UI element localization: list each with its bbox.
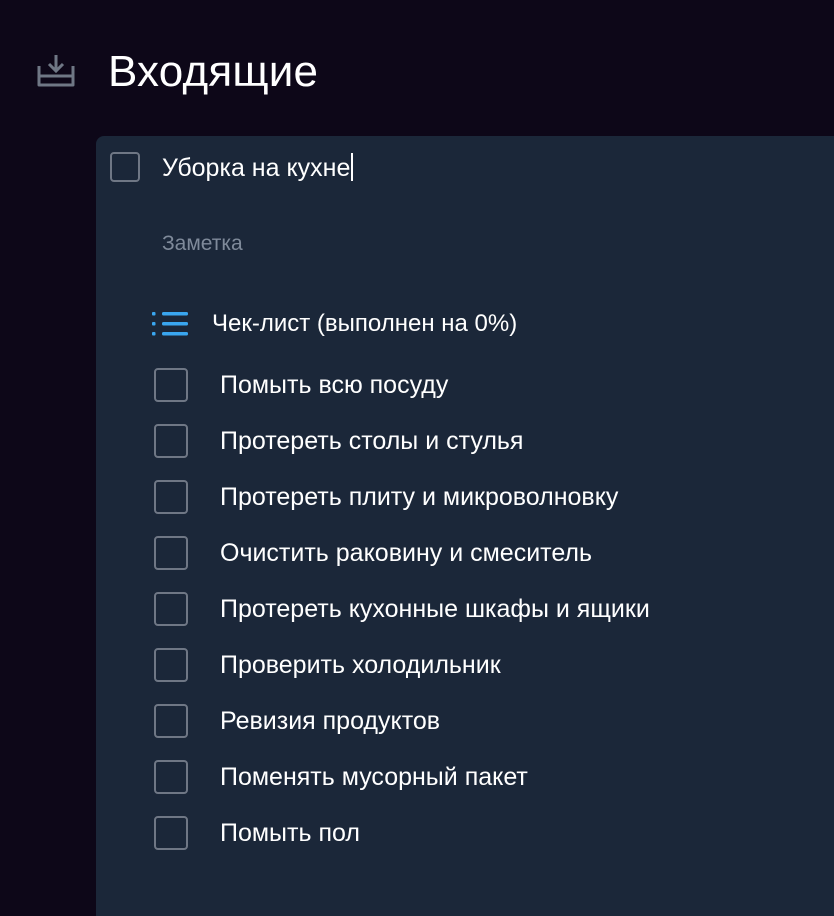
checklist-item-label[interactable]: Проверить холодильник xyxy=(220,648,501,682)
checklist-item: Протереть кухонные шкафы и ящики xyxy=(154,592,650,648)
checklist-item: Протереть столы и стулья xyxy=(154,424,650,480)
note-field[interactable]: Заметка xyxy=(162,230,243,258)
inbox-download-icon xyxy=(37,55,75,87)
list-icon xyxy=(152,312,188,336)
checklist-item: Проверить холодильник xyxy=(154,648,650,704)
checklist-item-label[interactable]: Протереть столы и стулья xyxy=(220,424,523,458)
checklist-item: Помыть пол xyxy=(154,816,650,872)
checklist-item: Ревизия продуктов xyxy=(154,704,650,760)
checklist-item-label[interactable]: Помыть всю посуду xyxy=(220,368,448,402)
checklist-item-label[interactable]: Протереть плиту и микроволновку xyxy=(220,480,618,514)
checklist-item-label[interactable]: Помыть пол xyxy=(220,816,360,850)
checklist-item-checkbox[interactable] xyxy=(154,368,188,402)
checklist-item: Очистить раковину и смеситель xyxy=(154,536,650,592)
checklist: Помыть всю посуду Протереть столы и стул… xyxy=(154,368,650,872)
checklist-header: Чек-лист (выполнен на 0%) xyxy=(152,308,517,340)
checklist-item-label[interactable]: Очистить раковину и смеситель xyxy=(220,536,592,570)
checklist-item-checkbox[interactable] xyxy=(154,480,188,514)
checklist-item-label[interactable]: Ревизия продуктов xyxy=(220,704,440,738)
task-title-input[interactable]: Уборка на кухне xyxy=(162,152,353,184)
checklist-item-label[interactable]: Протереть кухонные шкафы и ящики xyxy=(220,592,650,626)
checklist-item-checkbox[interactable] xyxy=(154,424,188,458)
checklist-item-checkbox[interactable] xyxy=(154,536,188,570)
task-complete-checkbox[interactable] xyxy=(110,152,140,182)
checklist-item: Протереть плиту и микроволновку xyxy=(154,480,650,536)
task-card: Уборка на кухне Заметка Чек-лист (выполн… xyxy=(96,136,834,916)
page-title: Входящие xyxy=(108,47,319,96)
checklist-item-checkbox[interactable] xyxy=(154,648,188,682)
checklist-item-checkbox[interactable] xyxy=(154,592,188,626)
checklist-item-checkbox[interactable] xyxy=(154,704,188,738)
checklist-item-label[interactable]: Поменять мусорный пакет xyxy=(220,760,528,794)
checklist-item-checkbox[interactable] xyxy=(154,760,188,794)
text-cursor xyxy=(351,153,353,182)
checklist-item: Помыть всю посуду xyxy=(154,368,650,424)
checklist-item-checkbox[interactable] xyxy=(154,816,188,850)
checklist-title: Чек-лист (выполнен на 0%) xyxy=(212,310,518,337)
task-title-text: Уборка на кухне xyxy=(162,154,351,182)
checklist-item: Поменять мусорный пакет xyxy=(154,760,650,816)
